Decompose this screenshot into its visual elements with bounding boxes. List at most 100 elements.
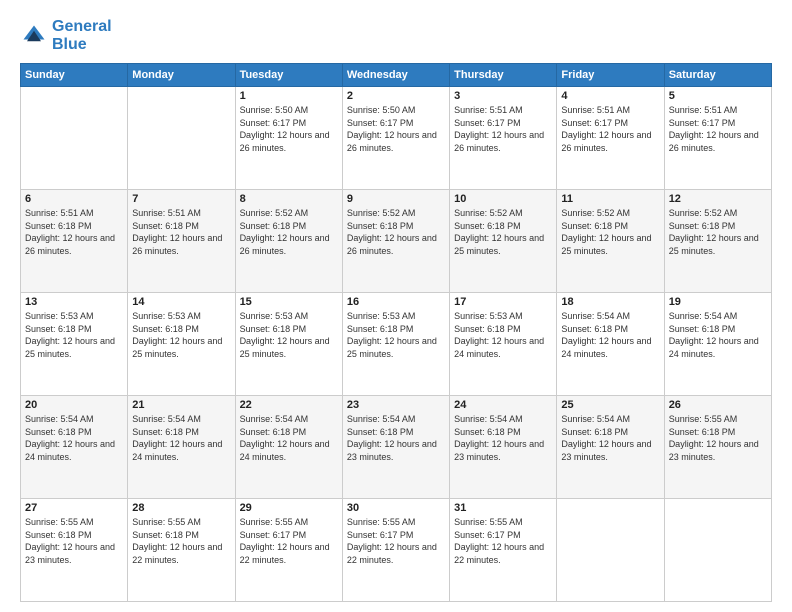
calendar-cell: 3Sunrise: 5:51 AMSunset: 6:17 PMDaylight… [450,87,557,190]
calendar-cell: 5 Sunrise: 5:51 AMSunset: 6:17 PMDaylight… [664,87,771,190]
day-info: Sunrise: 5:55 AMSunset: 6:17 PMDaylight:… [454,516,552,566]
day-info: Sunrise: 5:54 AMSunset: 6:18 PMDaylight:… [561,310,659,360]
day-info: Sunrise: 5:55 AMSunset: 6:17 PMDaylight:… [347,516,445,566]
day-info: Sunrise: 5:50 AMSunset: 6:17 PMDaylight:… [347,104,445,154]
day-info: Sunrise: 5:53 AMSunset: 6:18 PMDaylight:… [347,310,445,360]
day-number: 15 [240,296,338,308]
calendar-cell: 4 Sunrise: 5:51 AMSunset: 6:17 PMDaylight… [557,87,664,190]
day-info: Sunrise: 5:54 AMSunset: 6:18 PMDaylight:… [240,413,338,463]
calendar-cell: 20 Sunrise: 5:54 AMSunset: 6:18 PMDayligh… [21,396,128,499]
calendar-cell: 2 Sunrise: 5:50 AMSunset: 6:17 PMDaylight… [342,87,449,190]
calendar-week-row: 1 Sunrise: 5:50 AMSunset: 6:17 PMDaylight… [21,87,772,190]
day-info: Sunrise: 5:51 AMSunset: 6:18 PMDaylight:… [132,207,230,257]
calendar-cell: 30 Sunrise: 5:55 AMSunset: 6:17 PMDayligh… [342,499,449,602]
day-number: 1 [240,90,338,102]
calendar-week-row: 27 Sunrise: 5:55 AMSunset: 6:18 PMDayligh… [21,499,772,602]
calendar-cell: 10 Sunrise: 5:52 AMSunset: 6:18 PMDayligh… [450,190,557,293]
calendar-cell: 11 Sunrise: 5:52 AMSunset: 6:18 PMDayligh… [557,190,664,293]
calendar-cell [664,499,771,602]
day-number: 4 [561,90,659,102]
day-number: 30 [347,502,445,514]
day-info: Sunrise: 5:51 AMSunset: 6:18 PMDaylight:… [25,207,123,257]
calendar-cell: 6 Sunrise: 5:51 AMSunset: 6:18 PMDaylight… [21,190,128,293]
day-number: 19 [669,296,767,308]
calendar-cell: 14Sunrise: 5:53 AMSunset: 6:18 PMDayligh… [128,293,235,396]
day-info: Sunrise: 5:52 AMSunset: 6:18 PMDaylight:… [454,207,552,257]
calendar-cell: 19 Sunrise: 5:54 AMSunset: 6:18 PMDayligh… [664,293,771,396]
calendar-cell: 9 Sunrise: 5:52 AMSunset: 6:18 PMDaylight… [342,190,449,293]
header: General Blue [20,18,772,53]
calendar-cell: 24 Sunrise: 5:54 AMSunset: 6:18 PMDayligh… [450,396,557,499]
day-info: Sunrise: 5:52 AMSunset: 6:18 PMDaylight:… [561,207,659,257]
day-number: 6 [25,193,123,205]
day-number: 16 [347,296,445,308]
day-number: 31 [454,502,552,514]
day-number: 28 [132,502,230,514]
day-info: Sunrise: 5:51 AMSunset: 6:17 PMDaylight:… [561,104,659,154]
weekday-header: Monday [128,64,235,87]
day-number: 25 [561,399,659,411]
logo-text: General Blue [52,18,112,53]
calendar-cell: 8Sunrise: 5:52 AMSunset: 6:18 PMDaylight… [235,190,342,293]
calendar-cell: 25Sunrise: 5:54 AMSunset: 6:18 PMDayligh… [557,396,664,499]
day-info: Sunrise: 5:55 AMSunset: 6:17 PMDaylight:… [240,516,338,566]
weekday-header: Saturday [664,64,771,87]
day-number: 5 [669,90,767,102]
weekday-header: Friday [557,64,664,87]
day-number: 2 [347,90,445,102]
calendar-cell: 17 Sunrise: 5:53 AMSunset: 6:18 PMDayligh… [450,293,557,396]
page: General Blue SundayMondayTuesdayWednesda… [0,0,792,612]
day-number: 9 [347,193,445,205]
calendar-table: SundayMondayTuesdayWednesdayThursdayFrid… [20,63,772,602]
weekday-header: Tuesday [235,64,342,87]
calendar-cell [21,87,128,190]
calendar-cell [557,499,664,602]
calendar-week-row: 6 Sunrise: 5:51 AMSunset: 6:18 PMDaylight… [21,190,772,293]
calendar-cell: 23Sunrise: 5:54 AMSunset: 6:18 PMDayligh… [342,396,449,499]
day-number: 26 [669,399,767,411]
calendar-cell: 18 Sunrise: 5:54 AMSunset: 6:18 PMDayligh… [557,293,664,396]
day-info: Sunrise: 5:55 AMSunset: 6:18 PMDaylight:… [132,516,230,566]
day-number: 18 [561,296,659,308]
weekday-header: Wednesday [342,64,449,87]
calendar-cell: 13 Sunrise: 5:53 AMSunset: 6:18 PMDayligh… [21,293,128,396]
logo: General Blue [20,18,112,53]
calendar-cell: 22 Sunrise: 5:54 AMSunset: 6:18 PMDayligh… [235,396,342,499]
calendar-cell: 27 Sunrise: 5:55 AMSunset: 6:18 PMDayligh… [21,499,128,602]
day-number: 27 [25,502,123,514]
day-info: Sunrise: 5:52 AMSunset: 6:18 PMDaylight:… [240,207,338,257]
calendar-cell: 7 Sunrise: 5:51 AMSunset: 6:18 PMDaylight… [128,190,235,293]
day-number: 24 [454,399,552,411]
day-info: Sunrise: 5:54 AMSunset: 6:18 PMDaylight:… [25,413,123,463]
day-number: 21 [132,399,230,411]
day-info: Sunrise: 5:54 AMSunset: 6:18 PMDaylight:… [132,413,230,463]
calendar-cell: 15 Sunrise: 5:53 AMSunset: 6:18 PMDayligh… [235,293,342,396]
weekday-header: Thursday [450,64,557,87]
calendar-week-row: 20 Sunrise: 5:54 AMSunset: 6:18 PMDayligh… [21,396,772,499]
day-number: 13 [25,296,123,308]
calendar-cell [128,87,235,190]
day-number: 12 [669,193,767,205]
calendar-cell: 12Sunrise: 5:52 AMSunset: 6:18 PMDayligh… [664,190,771,293]
day-number: 20 [25,399,123,411]
day-info: Sunrise: 5:53 AMSunset: 6:18 PMDaylight:… [240,310,338,360]
day-number: 7 [132,193,230,205]
day-number: 10 [454,193,552,205]
day-info: Sunrise: 5:50 AMSunset: 6:17 PMDaylight:… [240,104,338,154]
calendar-cell: 21 Sunrise: 5:54 AMSunset: 6:18 PMDayligh… [128,396,235,499]
calendar-cell: 28 Sunrise: 5:55 AMSunset: 6:18 PMDayligh… [128,499,235,602]
day-number: 11 [561,193,659,205]
day-info: Sunrise: 5:51 AMSunset: 6:17 PMDaylight:… [669,104,767,154]
day-number: 17 [454,296,552,308]
day-info: Sunrise: 5:53 AMSunset: 6:18 PMDaylight:… [25,310,123,360]
day-number: 22 [240,399,338,411]
day-number: 29 [240,502,338,514]
day-info: Sunrise: 5:54 AMSunset: 6:18 PMDaylight:… [454,413,552,463]
day-info: Sunrise: 5:53 AMSunset: 6:18 PMDaylight:… [454,310,552,360]
day-info: Sunrise: 5:55 AMSunset: 6:18 PMDaylight:… [669,413,767,463]
day-info: Sunrise: 5:54 AMSunset: 6:18 PMDaylight:… [669,310,767,360]
weekday-header: Sunday [21,64,128,87]
calendar-cell: 29 Sunrise: 5:55 AMSunset: 6:17 PMDayligh… [235,499,342,602]
day-info: Sunrise: 5:52 AMSunset: 6:18 PMDaylight:… [347,207,445,257]
day-info: Sunrise: 5:55 AMSunset: 6:18 PMDaylight:… [25,516,123,566]
